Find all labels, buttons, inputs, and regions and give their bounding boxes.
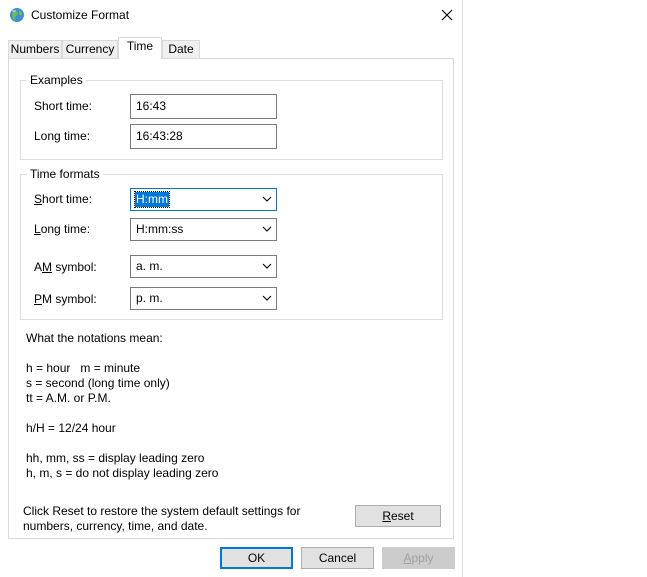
time-formats-legend: Time formats [27,167,103,181]
example-long-time-field: 16:43:28 [130,124,277,149]
am-symbol-label: AM symbol: [34,260,97,274]
chevron-down-icon [262,196,272,202]
example-short-time-field: 16:43 [130,94,277,119]
short-time-value: H:mm [134,191,170,208]
notes-line [26,406,218,421]
globe-icon [10,8,24,22]
long-time-label: Long time: [34,222,91,236]
notes-line: h/H = 12/24 hour [26,421,116,435]
close-button[interactable] [432,0,462,30]
notes-line: What the notations mean: [26,331,163,345]
notes-line [26,346,218,361]
examples-legend: Examples [27,73,86,87]
notation-notes: What the notations mean: h = hour m = mi… [26,331,218,481]
pm-symbol-value: p. m. [136,291,163,305]
tab-currency[interactable]: Currency [62,40,118,58]
am-symbol-value: a. m. [136,259,163,273]
long-time-combo[interactable]: H:mm:ss [130,218,277,241]
notes-line: tt = A.M. or P.M. [26,391,111,405]
ok-button[interactable]: OK [220,547,293,569]
cancel-button[interactable]: Cancel [301,547,374,569]
example-long-time-label: Long time: [34,129,91,143]
example-short-time-label: Short time: [34,99,93,113]
customize-format-dialog: Customize Format Numbers Currency Time D… [0,0,463,577]
title-bar: Customize Format [0,0,462,32]
long-time-value: H:mm:ss [136,222,184,236]
reset-button[interactable]: Reset [355,505,441,527]
notes-line: hh, mm, ss = display leading zero [26,451,205,465]
tab-date[interactable]: Date [162,40,200,58]
am-symbol-combo[interactable]: a. m. [130,255,277,278]
chevron-down-icon [262,263,272,269]
chevron-down-icon [262,295,272,301]
notes-line: s = second (long time only) [26,376,170,390]
short-time-label: Short time: [34,192,93,206]
close-icon [441,9,453,21]
window-title: Customize Format [31,8,130,22]
notes-line: h, m, s = do not display leading zero [26,466,219,480]
notes-line [26,436,218,451]
pm-symbol-label: PM symbol: [34,292,97,306]
short-time-combo[interactable]: H:mm [130,188,277,211]
apply-button[interactable]: Apply [382,547,455,569]
pm-symbol-combo[interactable]: p. m. [130,287,277,310]
notes-line: h = hour m = minute [26,361,141,375]
reset-info-text: Click Reset to restore the system defaul… [23,504,301,533]
tab-time[interactable]: Time [118,37,162,59]
chevron-down-icon [262,226,272,232]
tab-numbers[interactable]: Numbers [8,40,62,58]
